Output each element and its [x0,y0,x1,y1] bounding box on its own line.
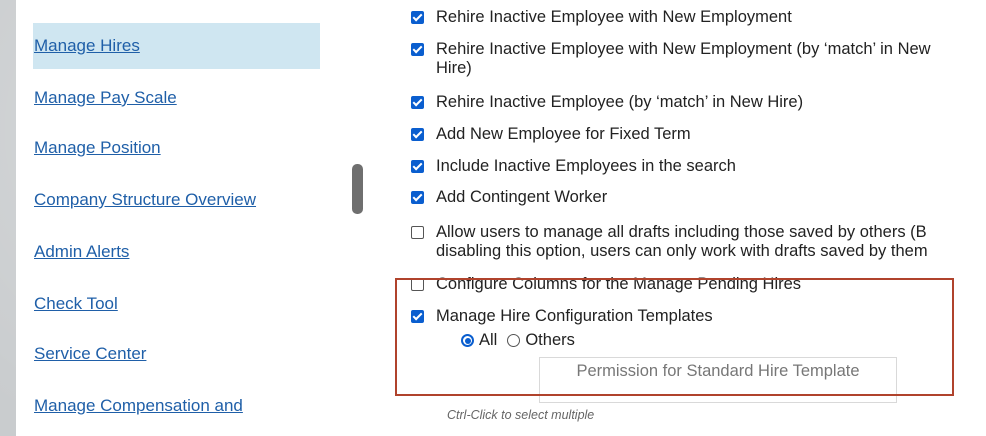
option-rehire-new-employment-match[interactable]: Rehire Inactive Employee with New Employ… [411,40,986,78]
nav-item-admin-alerts[interactable]: Admin Alerts [33,229,320,275]
option-label: Add New Employee for Fixed Term [436,125,691,143]
checkbox-checked-icon[interactable] [411,43,424,56]
checkbox-checked-icon[interactable] [411,191,424,204]
checkbox-checked-icon[interactable] [411,96,424,109]
option-rehire-new-employment[interactable]: Rehire Inactive Employee with New Employ… [411,8,986,27]
option-include-inactive[interactable]: Include Inactive Employees in the search [411,157,986,176]
nav-item-check-tool[interactable]: Check Tool [33,281,320,327]
option-label: Add Contingent Worker [436,188,608,206]
option-label: Rehire Inactive Employee with New Employ… [436,8,792,26]
option-label: Allow users to manage all drafts includi… [436,223,928,260]
nav-item-manage-hires[interactable]: Manage Hires [33,23,320,69]
permission-panel: Manage Hires Manage Pay Scale Manage Pos… [16,0,986,436]
checkbox-checked-icon[interactable] [411,128,424,141]
checkbox-checked-icon[interactable] [411,11,424,24]
left-nav: Manage Hires Manage Pay Scale Manage Pos… [16,0,336,436]
nav-item-manage-position[interactable]: Manage Position [33,125,320,171]
option-fixed-term[interactable]: Add New Employee for Fixed Term [411,125,986,144]
nav-item-manage-pay-scale[interactable]: Manage Pay Scale [33,75,320,121]
option-label: Include Inactive Employees in the search [436,157,736,175]
option-manage-all-drafts[interactable]: Allow users to manage all drafts includi… [411,223,986,261]
checkbox-checked-icon[interactable] [411,160,424,173]
option-rehire-match[interactable]: Rehire Inactive Employee (by ‘match’ in … [411,93,986,112]
nav-item-company-structure-overview[interactable]: Company Structure Overview [33,177,320,223]
nav-item-service-center[interactable]: Service Center [33,331,320,377]
checkbox-unchecked-icon[interactable] [411,226,424,239]
scrollbar-thumb[interactable] [352,164,363,214]
option-label: Rehire Inactive Employee (by ‘match’ in … [436,93,804,111]
option-label: Rehire Inactive Employee with New Employ… [436,40,931,77]
multi-select-hint: Ctrl-Click to select multiple [447,408,595,422]
highlight-annotation-box [395,278,954,396]
option-contingent-worker[interactable]: Add Contingent Worker [411,188,986,207]
nav-item-manage-compensation[interactable]: Manage Compensation and [33,383,320,429]
